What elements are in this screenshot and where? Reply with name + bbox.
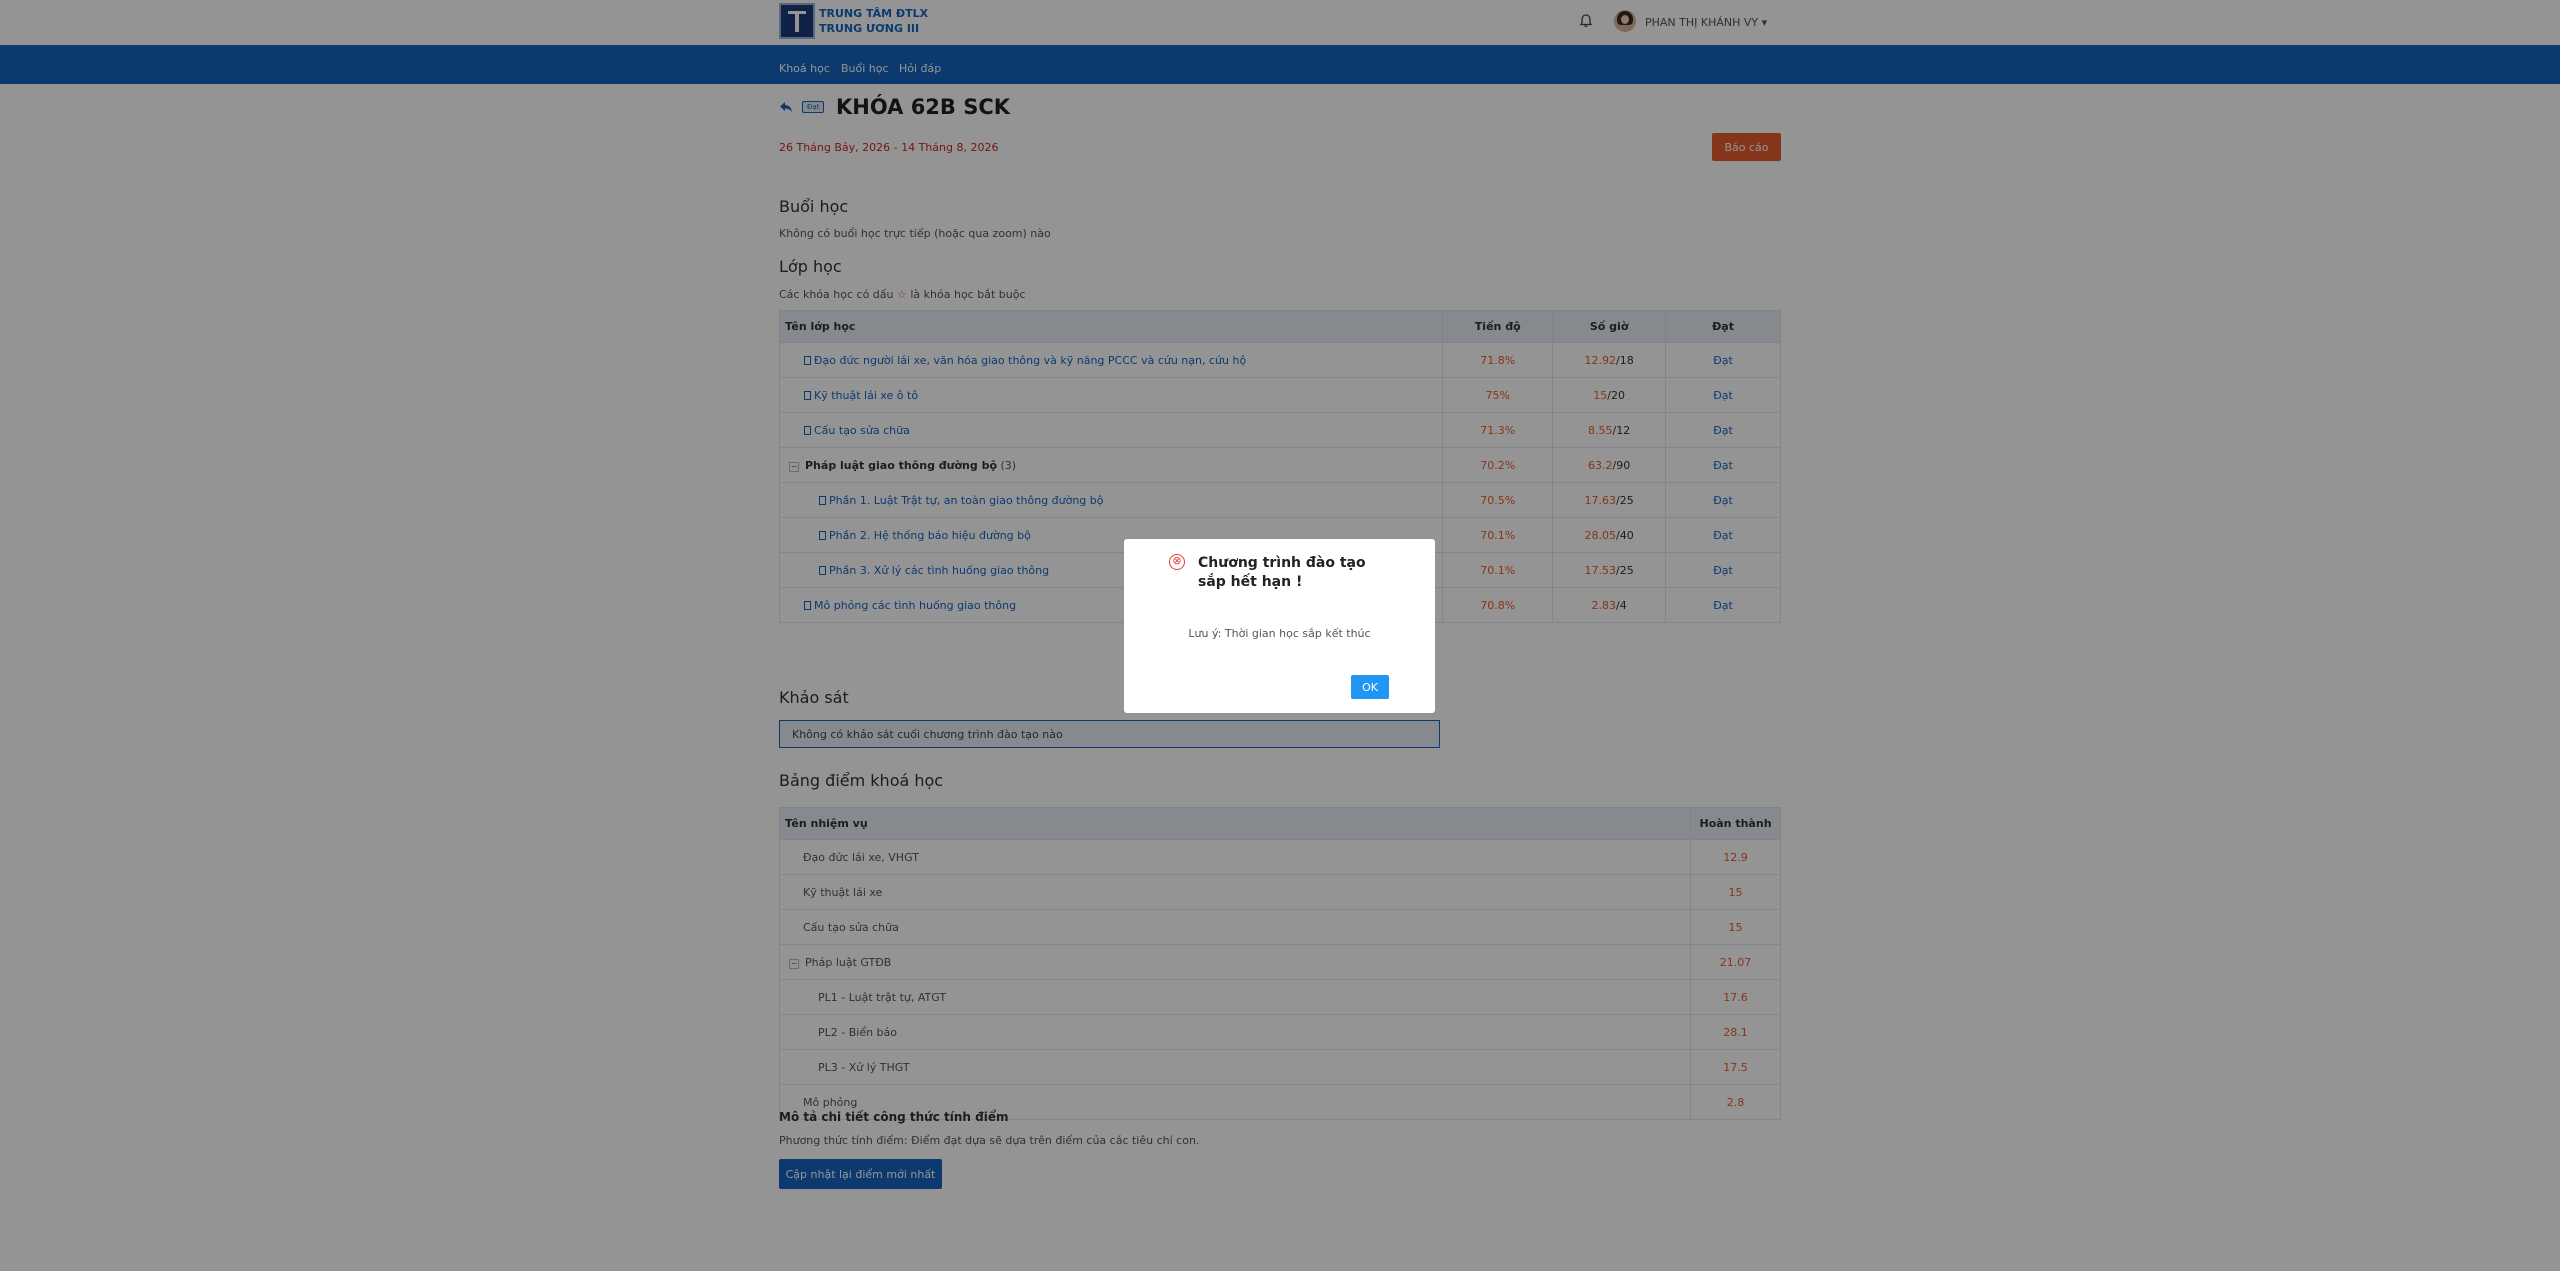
dialog-title: Chương trình đào tạo sắp hết hạn !: [1198, 555, 1366, 590]
dialog-message: Lưu ý: Thời gian học sắp kết thúc: [1188, 627, 1371, 640]
ok-button[interactable]: OK: [1351, 675, 1389, 699]
error-icon: ⊗: [1169, 554, 1185, 570]
expiry-alert-dialog: ⊗ Chương trình đào tạo sắp hết hạn ! Lưu…: [1124, 539, 1435, 713]
